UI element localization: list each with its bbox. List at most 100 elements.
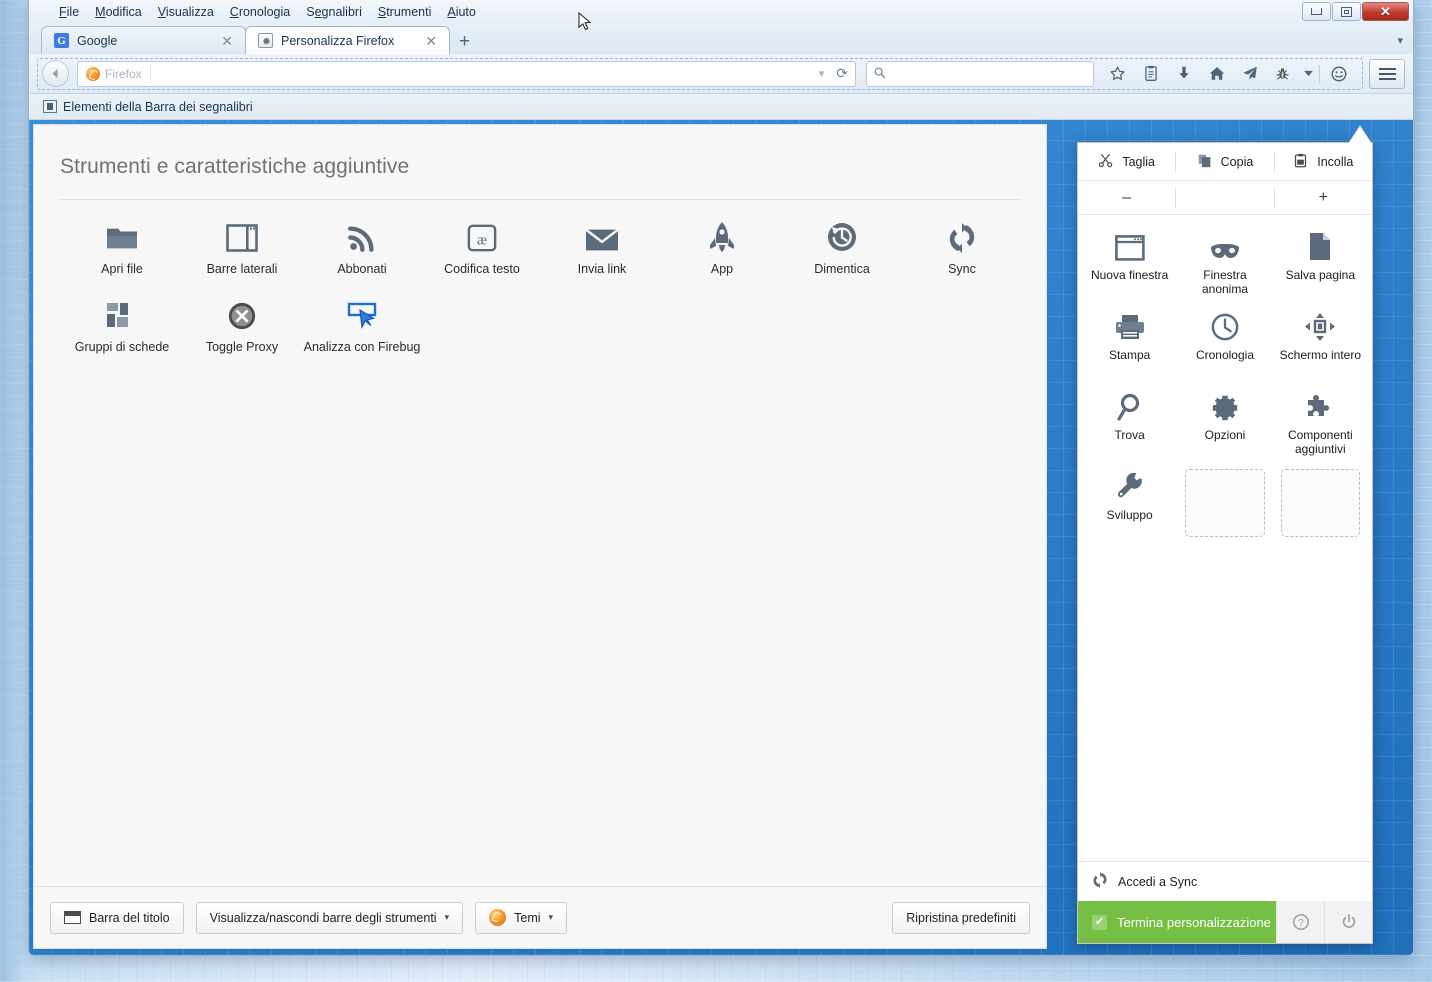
zoom-level-label[interactable] <box>1176 181 1273 214</box>
tab-personalizza-firefox[interactable]: Personalizza Firefox ✕ <box>245 26 450 54</box>
tab-groups-icon <box>107 299 137 331</box>
menu-segnalibri[interactable]: Segnalibri <box>298 2 370 22</box>
panel-empty-slot[interactable] <box>1281 469 1360 537</box>
panel-item-stampa[interactable]: Stampa <box>1082 303 1177 383</box>
palette-item-abbonati[interactable]: Abbonati <box>302 216 422 294</box>
send-tab-icon[interactable] <box>1233 60 1266 88</box>
panel-spacer <box>1078 543 1372 861</box>
clipboard-paste-icon <box>1293 153 1308 171</box>
palette-item-label: Codifica testo <box>444 262 520 276</box>
zoom-in-button[interactable]: + <box>1275 181 1372 214</box>
help-question-icon[interactable]: ? <box>1276 901 1324 943</box>
menu-visualizza[interactable]: Visualizza <box>150 2 222 22</box>
bookmarks-toolbar-items[interactable]: Elementi della Barra dei segnalibri <box>37 98 259 116</box>
paste-button[interactable]: Incolla <box>1275 143 1372 180</box>
palette-item-toggle-proxy[interactable]: Toggle Proxy <box>182 294 302 372</box>
panel-item-label: Nuova finestra <box>1084 268 1176 282</box>
checkmark-icon: ✔ <box>1092 915 1107 930</box>
power-exit-icon[interactable] <box>1324 901 1372 943</box>
menu-cronologia[interactable]: Cronologia <box>222 2 298 22</box>
back-arrow-icon[interactable] <box>42 60 69 87</box>
search-bar[interactable] <box>866 61 1094 87</box>
panel-item-nuova-finestra[interactable]: Nuova finestra <box>1082 223 1177 303</box>
panel-footer: ✔ Termina personalizzazione ? <box>1078 901 1372 943</box>
widget-palette: Strumenti e caratteristiche aggiuntive A… <box>33 124 1047 949</box>
zoom-out-button[interactable]: – <box>1078 181 1175 214</box>
restore-defaults-button[interactable]: Ripristina predefiniti <box>892 902 1030 934</box>
feedback-smiley-icon[interactable] <box>1322 60 1355 88</box>
url-bar[interactable]: Firefox ▾ ⟳ <box>77 61 856 87</box>
page-save-icon <box>1308 231 1332 261</box>
folder-icon <box>105 221 139 253</box>
tab-close-icon[interactable]: ✕ <box>423 34 439 48</box>
palette-item-barre-laterali[interactable]: Barre laterali <box>182 216 302 294</box>
urlbar-dropdown-icon[interactable]: ▾ <box>816 67 828 80</box>
panel-item-label: Componenti aggiuntivi <box>1274 428 1366 457</box>
home-icon[interactable] <box>1200 60 1233 88</box>
page-title: Strumenti e caratteristiche aggiuntive <box>60 155 1020 179</box>
search-icon <box>873 66 886 82</box>
maximize-button[interactable] <box>1332 2 1361 21</box>
new-tab-button[interactable]: + <box>449 32 476 54</box>
tab-close-icon[interactable]: ✕ <box>219 34 235 48</box>
finish-customization-button[interactable]: ✔ Termina personalizzazione <box>1078 901 1276 943</box>
tab-google[interactable]: G Google ✕ <box>41 26 246 54</box>
palette-item-dimentica[interactable]: Dimentica <box>782 216 902 294</box>
search-input[interactable] <box>892 67 1087 81</box>
firebug-dropdown-icon[interactable] <box>1299 60 1317 88</box>
panel-item-label: Schermo intero <box>1274 348 1366 362</box>
panel-item-label: Opzioni <box>1179 428 1271 442</box>
palette-item-gruppi-di-schede[interactable]: Gruppi di schede <box>62 294 182 372</box>
palette-item-invia-link[interactable]: Invia link <box>542 216 662 294</box>
panel-item-label: Finestra anonima <box>1179 268 1271 297</box>
themes-button[interactable]: Temi ▾ <box>475 902 567 934</box>
gear-favicon <box>258 33 273 48</box>
palette-item-sync[interactable]: Sync <box>902 216 1022 294</box>
palette-item-app[interactable]: App <box>662 216 782 294</box>
envelope-icon <box>585 221 619 253</box>
cut-button[interactable]: Taglia <box>1078 143 1175 180</box>
panel-item-finestra-anonima[interactable]: Finestra anonima <box>1177 223 1272 303</box>
panel-arrow <box>1349 126 1371 143</box>
palette-item-codifica-testo[interactable]: æ Codifica testo <box>422 216 542 294</box>
palette-item-analizza-con-firebug[interactable]: Analizza con Firebug <box>302 294 422 372</box>
reload-icon[interactable]: ⟳ <box>833 65 851 82</box>
menu-modifica[interactable]: Modifica <box>87 2 150 22</box>
palette-item-label: Barre laterali <box>207 262 278 276</box>
panel-empty-slot[interactable] <box>1185 469 1264 537</box>
hamburger-menu-icon[interactable] <box>1369 59 1405 89</box>
menu-strumenti[interactable]: Strumenti <box>370 2 440 22</box>
title-bar-button[interactable]: Barra del titolo <box>50 902 184 934</box>
panel-sync-item[interactable]: Accedi a Sync <box>1078 861 1372 901</box>
panel-item-trova[interactable]: Trova <box>1082 383 1177 463</box>
menu-bar: File Modifica Visualizza Cronologia Segn… <box>29 0 484 24</box>
panel-item-componenti-aggiuntivi[interactable]: Componenti aggiuntivi <box>1273 383 1368 463</box>
reading-list-icon[interactable] <box>1134 60 1167 88</box>
palette-item-apri-file[interactable]: Apri file <box>62 216 182 294</box>
gear-options-icon <box>1211 391 1239 421</box>
sidebar-icon <box>226 221 258 253</box>
text-encoding-icon: æ <box>467 221 497 253</box>
menu-aiuto[interactable]: Aiuto <box>439 2 484 22</box>
firefox-logo-icon <box>86 67 100 81</box>
close-button[interactable]: ✕ <box>1362 2 1409 21</box>
panel-item-opzioni[interactable]: Opzioni <box>1177 383 1272 463</box>
restore-defaults-label: Ripristina predefiniti <box>906 911 1016 925</box>
menu-file[interactable]: File <box>51 2 87 22</box>
firebug-icon[interactable] <box>1266 60 1299 88</box>
panel-item-salva-pagina[interactable]: Salva pagina <box>1273 223 1368 303</box>
svg-text:?: ? <box>1298 918 1304 929</box>
copy-button[interactable]: Copia <box>1176 143 1273 180</box>
bookmark-star-icon[interactable] <box>1101 60 1134 88</box>
panel-item-cronologia[interactable]: Cronologia <box>1177 303 1272 383</box>
minimize-button[interactable] <box>1302 2 1331 21</box>
printer-icon <box>1114 311 1146 341</box>
list-all-tabs-icon[interactable]: ▾ <box>1397 34 1403 54</box>
downloads-icon[interactable] <box>1167 60 1200 88</box>
toolbars-toggle-button[interactable]: Visualizza/nascondi barre degli strument… <box>196 902 464 934</box>
panel-item-schermo-intero[interactable]: Schermo intero <box>1273 303 1368 383</box>
panel-item-sviluppo[interactable]: Sviluppo <box>1082 463 1177 543</box>
panel-item-label: Sviluppo <box>1084 508 1176 522</box>
scissors-icon <box>1098 153 1113 171</box>
copy-icon <box>1197 153 1212 171</box>
